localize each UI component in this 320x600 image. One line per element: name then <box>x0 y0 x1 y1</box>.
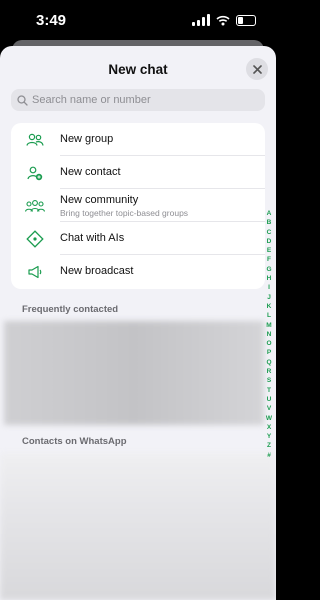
new-contact-label: New contact <box>60 166 121 178</box>
index-letter[interactable]: M <box>266 321 271 330</box>
new-broadcast-item[interactable]: New broadcast <box>11 255 265 288</box>
chat-with-ais-label: Chat with AIs <box>60 232 125 244</box>
index-letter[interactable]: G <box>266 265 271 274</box>
index-letter[interactable]: Z <box>267 441 271 450</box>
new-chat-sheet: New chat New group <box>0 46 276 600</box>
new-group-item[interactable]: New group <box>11 123 265 156</box>
contacts-header: Contacts on WhatsApp <box>22 436 127 447</box>
index-letter[interactable]: N <box>267 330 272 339</box>
community-icon <box>25 197 45 215</box>
new-community-label: New community <box>60 194 139 206</box>
new-group-label: New group <box>60 133 114 145</box>
index-letter[interactable]: E <box>267 246 271 255</box>
status-bar: 3:49 <box>0 0 276 44</box>
index-letter[interactable]: L <box>267 311 271 320</box>
frequent-contacts-list[interactable] <box>4 321 264 425</box>
index-letter[interactable]: W <box>266 414 272 423</box>
index-letter[interactable]: V <box>267 404 271 413</box>
index-letter[interactable]: I <box>268 283 270 292</box>
index-letter[interactable]: T <box>267 386 271 395</box>
index-letter[interactable]: O <box>266 339 271 348</box>
group-icon <box>25 131 45 149</box>
close-button[interactable] <box>246 58 268 80</box>
index-letter[interactable]: Q <box>266 358 271 367</box>
index-letter[interactable]: B <box>267 218 272 227</box>
ai-icon <box>25 230 45 248</box>
broadcast-icon <box>25 263 45 281</box>
cellular-signal-icon <box>192 14 210 26</box>
chat-with-ais-item[interactable]: Chat with AIs <box>11 222 265 255</box>
new-community-subtitle: Bring together topic-based groups <box>60 208 189 218</box>
add-contact-icon <box>25 164 45 182</box>
status-time: 3:49 <box>36 12 67 29</box>
index-letter[interactable]: H <box>267 274 272 283</box>
new-broadcast-label: New broadcast <box>60 265 134 277</box>
alphabet-index[interactable]: A B C D E F G H I J K L M N O P Q R S T U V W X Y Z # <box>264 209 274 460</box>
contacts-list[interactable] <box>0 453 276 600</box>
index-letter[interactable]: U <box>267 395 272 404</box>
index-letter[interactable]: J <box>267 293 271 302</box>
new-chat-options: New group New contact New community Brin… <box>11 123 265 289</box>
index-letter[interactable]: F <box>267 255 271 264</box>
close-icon <box>252 64 262 74</box>
search-input[interactable] <box>32 94 252 106</box>
index-letter[interactable]: X <box>267 423 271 432</box>
search-icon <box>17 94 28 106</box>
status-icons <box>192 14 256 26</box>
search-bar[interactable] <box>11 89 265 111</box>
index-letter[interactable]: P <box>267 348 271 357</box>
index-letter[interactable]: Y <box>267 432 271 441</box>
new-contact-item[interactable]: New contact <box>11 156 265 189</box>
frequently-contacted-header: Frequently contacted <box>22 304 119 315</box>
battery-icon <box>236 14 256 26</box>
index-letter[interactable]: R <box>267 367 272 376</box>
index-letter[interactable]: # <box>267 451 271 460</box>
index-letter[interactable]: D <box>267 237 272 246</box>
index-letter[interactable]: S <box>267 376 271 385</box>
index-letter[interactable]: K <box>267 302 272 311</box>
sheet-title: New chat <box>108 62 168 77</box>
new-community-item[interactable]: New community Bring together topic-based… <box>11 189 265 222</box>
index-letter[interactable]: A <box>267 209 272 218</box>
index-letter[interactable]: C <box>267 228 272 237</box>
wifi-icon <box>216 15 230 25</box>
